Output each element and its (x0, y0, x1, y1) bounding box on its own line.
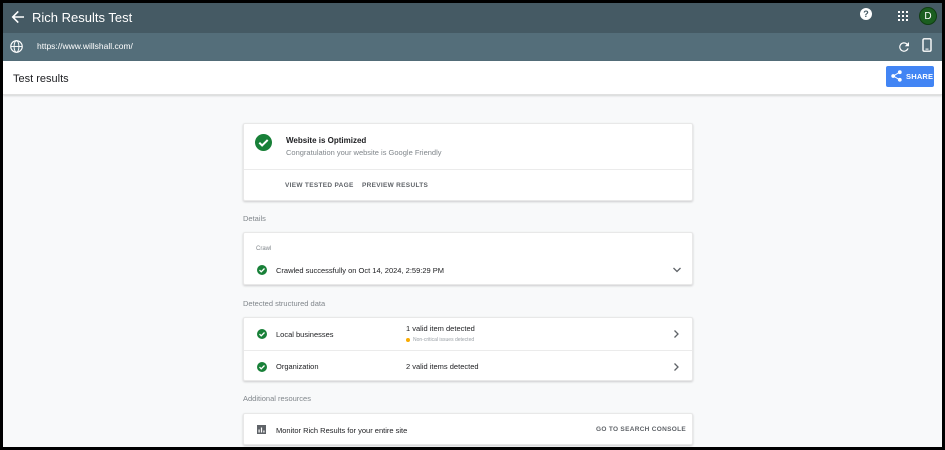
details-label: Details (243, 214, 266, 223)
avatar[interactable]: D (919, 7, 937, 25)
summary-title: Website is Optimized (286, 136, 367, 145)
summary-card: Website is Optimized Congratulation your… (243, 123, 693, 201)
crawl-heading: Crawl (256, 246, 272, 252)
bar-chart-icon (257, 425, 266, 434)
list-item[interactable]: Local businesses 1 valid item detected N… (244, 318, 692, 350)
resources-text: Monitor Rich Results for your entire sit… (276, 426, 408, 435)
warning-text: Non-critical issues detected (413, 337, 475, 343)
list-item[interactable]: Organization 2 valid items detected (244, 351, 692, 383)
reload-icon[interactable] (898, 41, 910, 53)
help-icon[interactable]: ? (860, 8, 872, 20)
view-tested-page-button[interactable]: VIEW TESTED PAGE (285, 182, 354, 189)
crawl-card[interactable]: Crawl Crawled successfully on Oct 14, 20… (243, 232, 693, 285)
item-count: 1 valid item detected (406, 324, 475, 333)
app-bar: Rich Results Test ? D (3, 3, 942, 33)
structured-data-card: Local businesses 1 valid item detected N… (243, 317, 693, 381)
check-circle-icon (257, 329, 267, 339)
share-icon (891, 70, 902, 82)
mobile-device-icon[interactable] (922, 38, 932, 52)
warning-dot-icon (406, 337, 410, 342)
summary-subtitle: Congratulation your website is Google Fr… (286, 148, 442, 157)
results-header: Test results SHARE (3, 61, 942, 95)
check-circle-icon (255, 134, 272, 151)
item-type: Local businesses (276, 330, 334, 339)
share-button[interactable]: SHARE (886, 66, 934, 87)
app-window: Rich Results Test ? D https://www.willsh… (3, 3, 942, 447)
apps-grid-icon[interactable] (898, 11, 908, 21)
item-count: 2 valid items detected (406, 362, 479, 371)
globe-icon (10, 40, 23, 53)
warning-note: Non-critical issues detected (406, 337, 474, 343)
back-arrow-icon[interactable] (10, 9, 26, 25)
check-circle-icon (257, 265, 267, 275)
page-title: Test results (13, 73, 69, 85)
chevron-down-icon[interactable] (672, 266, 682, 274)
divider (244, 169, 692, 170)
search-console-link[interactable]: GO TO SEARCH CONSOLE (596, 426, 686, 433)
url-bar: https://www.willshall.com/ (3, 33, 942, 61)
resources-card: Monitor Rich Results for your entire sit… (243, 413, 693, 445)
resources-label: Additional resources (243, 394, 311, 403)
preview-results-button[interactable]: PREVIEW RESULTS (362, 182, 428, 189)
tested-url[interactable]: https://www.willshall.com/ (37, 41, 133, 51)
structured-data-label: Detected structured data (243, 299, 326, 308)
check-circle-icon (257, 362, 267, 372)
chevron-right-icon[interactable] (672, 329, 680, 339)
chevron-right-icon[interactable] (672, 362, 680, 372)
share-label: SHARE (906, 72, 934, 81)
app-title: Rich Results Test (32, 10, 133, 25)
item-type: Organization (276, 362, 319, 371)
crawl-status: Crawled successfully on Oct 14, 2024, 2:… (276, 266, 445, 275)
